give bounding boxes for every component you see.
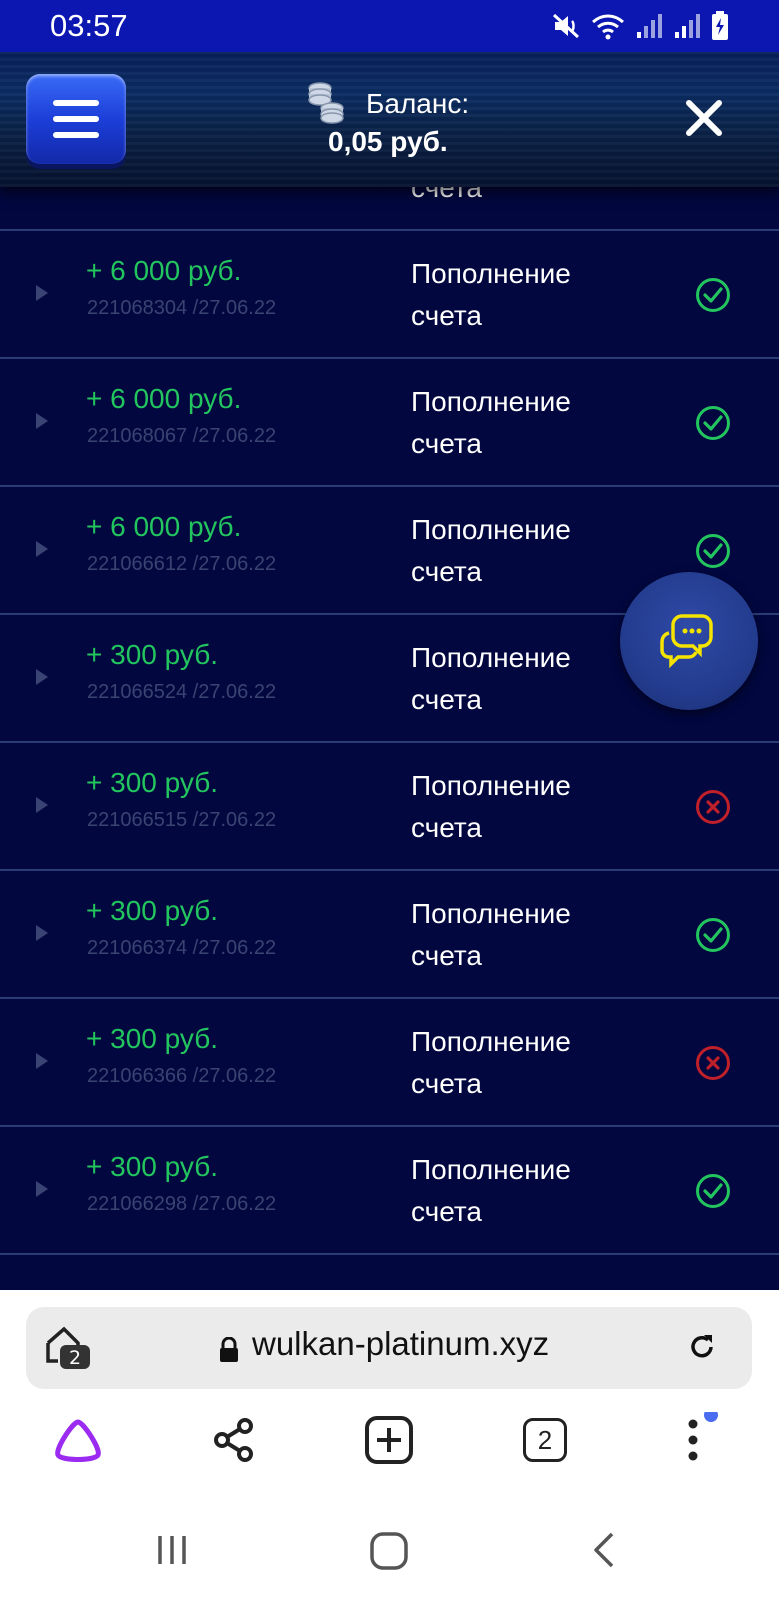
success-check-icon [696,1174,730,1208]
more-menu-button[interactable] [670,1410,730,1470]
success-check-icon [696,918,730,952]
failed-cross-icon [696,1046,730,1080]
failed-cross-icon [696,790,730,824]
tab-count: 2 [523,1418,567,1462]
transaction-amount: + 300 руб. [86,895,219,926]
transaction-row[interactable]: + 300 руб. 221066298 /27.06.22 Пополнение … [0,1127,779,1255]
balance-label: Баланс: [366,88,470,119]
success-check-icon [696,534,730,568]
status-icons [551,11,729,41]
transaction-id-date: 221066612 /27.06.22 [87,553,277,575]
transaction-amount: + 300 руб. [86,767,219,798]
share-icon [214,1418,253,1462]
transaction-amount: + 6 000 руб. [86,255,242,286]
browser-bar: 2 wulkan-platinum.xyz 2 [0,1290,779,1600]
system-nav [0,1520,779,1600]
home-icon[interactable] [368,1530,410,1572]
transaction-type: Пополнение счета [411,386,571,459]
transaction-amount: + 6 000 руб. [86,383,242,414]
top-header: Баланс: 0,05 руб. [0,52,779,187]
transaction-amount: + 300 руб. [86,1151,219,1182]
expand-arrow-icon[interactable] [36,285,48,301]
transaction-id-date: 221068067 /27.06.22 [87,425,277,447]
plus-square-icon [365,1416,413,1464]
signal-icon-2 [675,14,700,38]
incognito-tabs-icon[interactable]: 2 [44,1325,92,1371]
mute-icon [552,13,580,39]
transaction-type: Пополнение счета [411,898,571,971]
tabs-button[interactable]: 2 [515,1410,575,1470]
expand-arrow-icon[interactable] [36,413,48,429]
transaction-id-date: 221066374 /27.06.22 [87,937,277,959]
menu-line [53,132,99,138]
share-button[interactable] [204,1410,264,1470]
alice-button[interactable] [48,1410,108,1470]
wifi-icon [592,14,624,40]
more-vertical-icon [688,1412,718,1461]
expand-arrow-icon[interactable] [36,541,48,557]
expand-arrow-icon[interactable] [36,1181,48,1197]
back-icon[interactable] [590,1530,620,1570]
transaction-type: Пополнение счета [411,258,571,331]
transaction-id-date: 221066524 /27.06.22 [87,681,277,703]
expand-arrow-icon[interactable] [36,797,48,813]
success-check-icon [696,406,730,440]
transaction-row[interactable]: + 300 руб. 221066515 /27.06.22 Пополнение … [0,743,779,871]
transaction-row[interactable]: + 6 000 руб. 221068067 /27.06.22 Пополнени… [0,359,779,487]
new-tab-button[interactable] [359,1410,419,1470]
url-bar[interactable]: 2 wulkan-platinum.xyz [26,1307,752,1389]
expand-arrow-icon[interactable] [36,669,48,685]
transaction-amount: + 300 руб. [86,639,219,670]
balance-value: 0,05 руб. [328,126,448,157]
menu-button[interactable] [26,74,126,164]
transaction-id-date: 221066366 /27.06.22 [87,1065,277,1087]
transaction-row[interactable]: + 6 000 руб. 221068304 /27.06.22 Пополнени… [0,231,779,359]
transaction-type: Пополнение счета [411,770,571,843]
incognito-tabs-count: 2 [69,1347,81,1369]
transaction-row[interactable]: + 300 руб. 221066374 /27.06.22 Пополнение … [0,871,779,999]
transaction-type: Пополнение счета [411,514,571,587]
transaction-id-date: 221066298 /27.06.22 [87,1193,277,1215]
transaction-id-date: 221068304 /27.06.22 [87,297,277,319]
transaction-type: Пополнение счета [411,1026,571,1099]
lock-icon [220,1337,238,1362]
status-time: 03:57 [50,8,128,43]
transaction-id-date: 221066515 /27.06.22 [87,809,277,831]
close-icon[interactable] [684,98,724,138]
success-check-icon [696,278,730,312]
chat-icon [660,614,713,669]
battery-icon [712,11,728,40]
menu-line [53,116,99,122]
menu-line [53,100,99,106]
alice-icon [55,1419,101,1462]
expand-arrow-icon[interactable] [36,925,48,941]
transaction-type: Пополнение счета [411,1154,571,1227]
transaction-type: Пополнение счета [411,642,571,715]
notification-dot [704,1412,718,1422]
coins-icon [308,82,344,124]
transaction-amount: + 300 руб. [86,1023,219,1054]
signal-icon [637,14,662,38]
transaction-row[interactable]: + 300 руб. 221066366 /27.06.22 Пополнение … [0,999,779,1127]
chat-button[interactable] [620,572,758,710]
status-bar: 03:57 [0,0,779,52]
expand-arrow-icon[interactable] [36,1053,48,1069]
transaction-amount: + 6 000 руб. [86,511,242,542]
recent-apps-icon[interactable] [152,1530,192,1570]
url-text: wulkan-platinum.xyz [252,1325,550,1362]
reload-icon[interactable] [686,1331,718,1363]
browser-nav: 2 [0,1410,779,1500]
